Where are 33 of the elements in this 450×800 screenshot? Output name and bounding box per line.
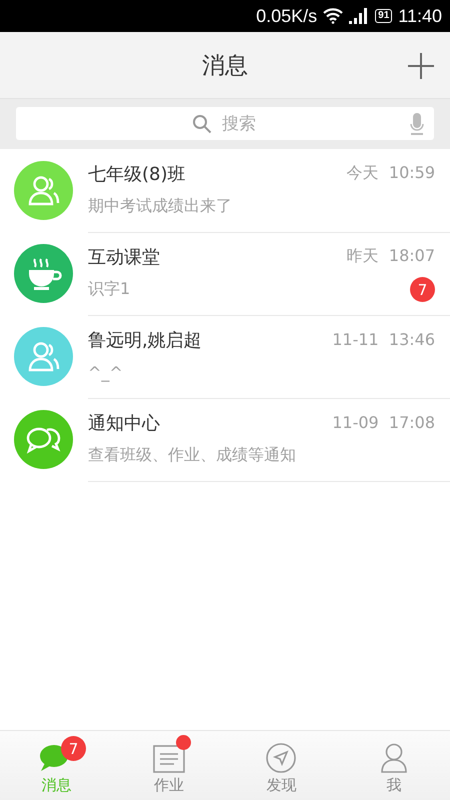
search-field[interactable]: 搜索 <box>16 107 434 140</box>
message-time: 今天 10:59 <box>346 163 435 184</box>
conversation-item[interactable]: 鲁远明,姚启超 11-11 13:46 ^_^ <box>0 315 450 398</box>
message-time: 昨天 18:07 <box>346 246 435 267</box>
battery-icon: 91 <box>375 9 392 23</box>
page-title: 消息 <box>202 52 248 80</box>
signal-icon <box>349 8 370 24</box>
conversation-item[interactable]: 互动课堂 昨天 18:07 识字1 7 <box>0 232 450 315</box>
message-preview: 查看班级、作业、成绩等通知 <box>88 445 296 466</box>
conversation-name: 七年级(8)班 <box>88 162 186 186</box>
document-icon <box>152 745 185 773</box>
conversation-item[interactable]: 七年级(8)班 今天 10:59 期中考试成绩出来了 <box>0 149 450 232</box>
person-icon <box>380 743 408 773</box>
message-preview: 识字1 <box>88 279 130 300</box>
unread-badge: 7 <box>61 736 86 761</box>
message-time: 11-09 17:08 <box>332 413 435 432</box>
add-button[interactable] <box>408 53 434 82</box>
wifi-icon <box>323 8 344 24</box>
tab[interactable]: 消息 7 <box>0 731 112 800</box>
network-speed: 0.05K/s <box>256 6 318 26</box>
conversation-name: 鲁远明,姚启超 <box>88 328 202 352</box>
group-icon <box>26 174 60 208</box>
clock: 11:40 <box>398 6 442 26</box>
conversation-name: 互动课堂 <box>88 246 160 268</box>
conversation-name: 通知中心 <box>88 412 160 434</box>
conversation-item[interactable]: 通知中心 11-09 17:08 查看班级、作业、成绩等通知 <box>0 398 450 481</box>
unread-badge: 7 <box>410 277 435 302</box>
message-time: 11-11 13:46 <box>332 330 435 349</box>
group-icon <box>26 340 60 374</box>
send-icon <box>266 743 296 773</box>
search-icon <box>192 114 212 134</box>
message-preview: ^_^ <box>88 363 123 382</box>
message-preview: 期中考试成绩出来了 <box>88 196 232 217</box>
